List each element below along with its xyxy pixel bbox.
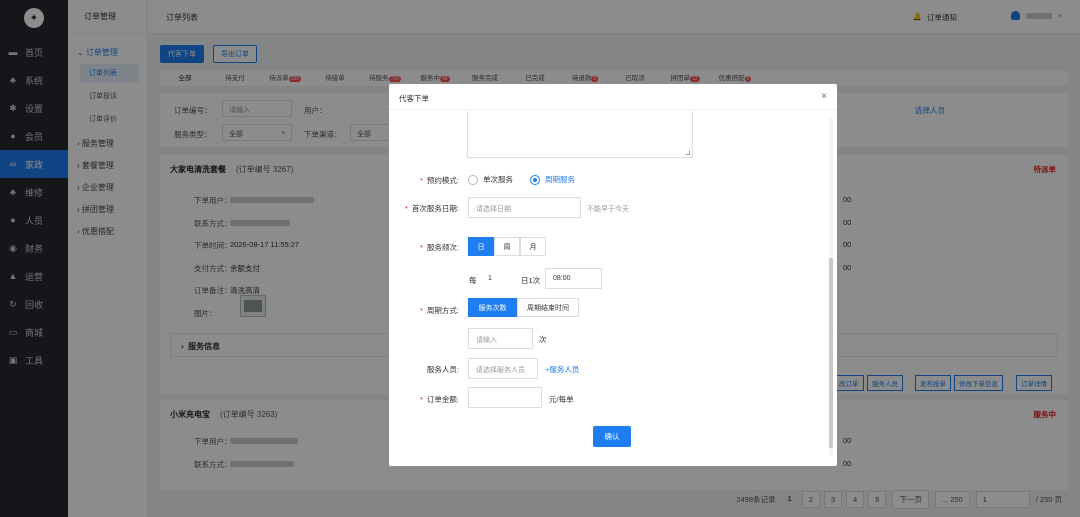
freq-month-option[interactable]: 月 (520, 237, 546, 256)
cycle-segmented: 服务次数 周期结束时间 (468, 298, 579, 317)
add-staff-link[interactable]: +服务人员 (545, 364, 579, 375)
radio-circle (468, 174, 478, 185)
staff-label: 服务人员: (426, 365, 459, 374)
radio-label: 单次服务 (483, 175, 513, 184)
first-date-picker[interactable]: 请选择日期 (468, 197, 581, 218)
freq-day-option[interactable]: 日 (468, 237, 494, 256)
modal-scrollbar-thumb[interactable] (829, 258, 833, 448)
close-icon[interactable]: × (821, 91, 827, 102)
service-time-picker[interactable]: 08:00 (545, 268, 602, 289)
every-value-input[interactable]: 1 (480, 268, 516, 289)
remark-textarea[interactable] (467, 111, 693, 158)
cycle-label: * 周期方式: (419, 306, 459, 315)
service-count-unit: 次 (539, 335, 547, 344)
service-count-input[interactable]: 请输入 (468, 328, 533, 349)
staff-select[interactable]: 请选择服务人员 (468, 358, 538, 379)
radio-circle (530, 174, 540, 185)
single-service-radio[interactable]: 单次服务 (468, 174, 513, 185)
every-prefix: 每 (469, 276, 477, 285)
freq-week-option[interactable]: 周 (494, 237, 520, 256)
mode-label: * 预约模式: (419, 176, 459, 185)
cycle-count-option[interactable]: 服务次数 (468, 298, 517, 317)
modal-title: 代客下单 (389, 84, 837, 110)
first-date-label: * 首次服务日期: (404, 204, 459, 213)
frequency-label: * 服务频次: (419, 243, 459, 252)
every-suffix: 日1次 (521, 276, 541, 285)
cycle-end-date-option[interactable]: 周期结束时间 (517, 298, 579, 317)
create-order-modal: 代客下单 × * 预约模式: 单次服务 周期服务 * 首次服务日期: 请选择日期 不… (389, 84, 837, 466)
amount-unit: 元/每单 (549, 395, 574, 404)
periodic-service-radio[interactable]: 周期服务 (530, 174, 575, 185)
amount-input[interactable] (468, 387, 542, 408)
confirm-button[interactable]: 确认 (593, 426, 631, 447)
radio-label: 周期服务 (545, 175, 575, 184)
amount-label: * 订单金额: (419, 395, 459, 404)
first-date-hint: 不能早于今天 (587, 206, 629, 213)
frequency-segmented: 日 周 月 (468, 237, 546, 256)
modal-body: * 预约模式: 单次服务 周期服务 * 首次服务日期: 请选择日期 不能早于今天 *… (389, 111, 825, 466)
